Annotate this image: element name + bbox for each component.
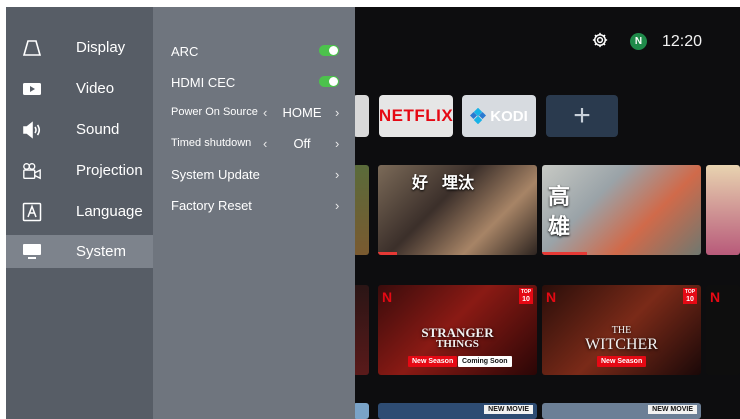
content-card[interactable]: NEW MOVIE [542,403,701,419]
category-label: Language [76,203,143,220]
display-icon [22,38,42,58]
option-power-on-source[interactable]: Power On Source ‹ HOME › [171,100,345,124]
netflix-n-icon: N [382,289,393,305]
app-tile-partial[interactable] [353,95,369,137]
content-card[interactable]: 好 埋汰 [378,165,537,255]
option-label: System Update [171,166,260,182]
kodi-label: KODI [490,107,528,125]
category-display[interactable]: Display [6,31,153,64]
top10-badge-num: 10 [686,296,694,303]
category-label: Projection [76,162,143,179]
profile-avatar[interactable]: N [630,33,647,50]
chevron-left-icon[interactable]: ‹ [263,105,267,120]
option-hdmi-cec[interactable]: HDMI CEC [171,70,345,94]
option-timed-shutdown[interactable]: Timed shutdown ‹ Off › [171,131,345,155]
system-icon [22,242,42,262]
category-label: Display [76,39,126,56]
option-system-update[interactable]: System Update › [171,162,345,186]
sound-icon [22,120,42,140]
tv-screen: N 12:20 NETFLIX KODI + 好 埋汰 高 雄 N TOP 10… [6,7,740,419]
content-card-stranger-things[interactable]: N TOP 10 STRANGER THINGS New Season Comi… [378,285,537,375]
netflix-n-icon: N [710,289,721,305]
hdmi-cec-toggle[interactable] [319,76,339,87]
chevron-right-icon[interactable]: › [335,105,339,120]
card-title: 埋汰 [442,175,475,192]
card-title: 高 [548,184,571,209]
content-card[interactable] [706,165,740,255]
progress-bar [378,252,398,255]
option-arc[interactable]: ARC [171,39,345,63]
category-label: Sound [76,121,120,138]
add-icon: + [573,99,591,132]
settings-category-panel: Display Video Sound Projection Language … [6,7,153,419]
chevron-right-icon: › [335,197,340,213]
gear-icon[interactable] [591,31,609,49]
category-sound[interactable]: Sound [6,113,153,146]
show-logo-line1: THE [611,325,632,336]
category-system[interactable]: System [6,235,153,268]
new-movie-badge: NEW MOVIE [484,405,533,414]
power-on-source-value: HOME [282,104,322,120]
category-language[interactable]: Language [6,195,153,228]
option-label: ARC [171,43,199,59]
settings-options-panel: ARC HDMI CEC Power On Source ‹ HOME › Ti… [153,7,355,419]
content-card[interactable]: 高 雄 [542,165,701,255]
category-label: Video [76,80,115,97]
category-projection[interactable]: Projection [6,154,153,187]
top10-badge-top: TOP [520,289,532,295]
app-tile-netflix[interactable]: NETFLIX [379,95,453,137]
card-title: 好 [412,175,429,192]
coming-soon-tag: Coming Soon [458,356,512,367]
option-label: Power On Source [171,106,258,118]
video-icon [22,79,42,99]
timed-shutdown-value: Off [293,135,311,151]
show-logo-line2: THINGS [436,338,479,350]
top10-badge: TOP 10 [519,288,533,304]
clock: 12:20 [662,33,703,50]
content-card-the-witcher[interactable]: N TOP 10 THE WITCHER New Season [542,285,701,375]
chevron-right-icon[interactable]: › [335,136,339,151]
app-tile-kodi[interactable]: KODI [462,95,536,137]
card-title: 雄 [548,214,571,239]
top10-badge: TOP 10 [683,288,697,304]
chevron-left-icon[interactable]: ‹ [263,136,267,151]
new-season-tag: New Season [597,356,647,367]
add-app-button[interactable]: + [546,95,618,137]
top10-badge-top: TOP [684,289,696,295]
new-movie-badge: NEW MOVIE [648,405,697,414]
option-label: HDMI CEC [171,74,236,90]
progress-bar [542,252,587,255]
content-card[interactable]: NEW MOVIE [378,403,537,419]
arc-toggle[interactable] [319,45,339,56]
kodi-logo-icon [470,108,487,124]
option-label: Timed shutdown [171,137,252,149]
chevron-right-icon: › [335,166,340,182]
language-icon [22,202,42,222]
content-card[interactable] [353,403,369,419]
content-card[interactable] [353,165,369,255]
option-factory-reset[interactable]: Factory Reset › [171,193,345,217]
netflix-logo: NETFLIX [378,106,454,125]
netflix-n-icon: N [546,289,557,305]
show-logo-line2: WITCHER [585,336,658,353]
new-season-tag: New Season [408,356,458,367]
top10-badge-num: 10 [522,296,530,303]
category-video[interactable]: Video [6,72,153,105]
option-label: Factory Reset [171,197,252,213]
content-card[interactable]: N [706,285,740,375]
content-card[interactable] [353,285,369,375]
projection-icon [22,161,42,181]
category-label: System [76,243,127,260]
